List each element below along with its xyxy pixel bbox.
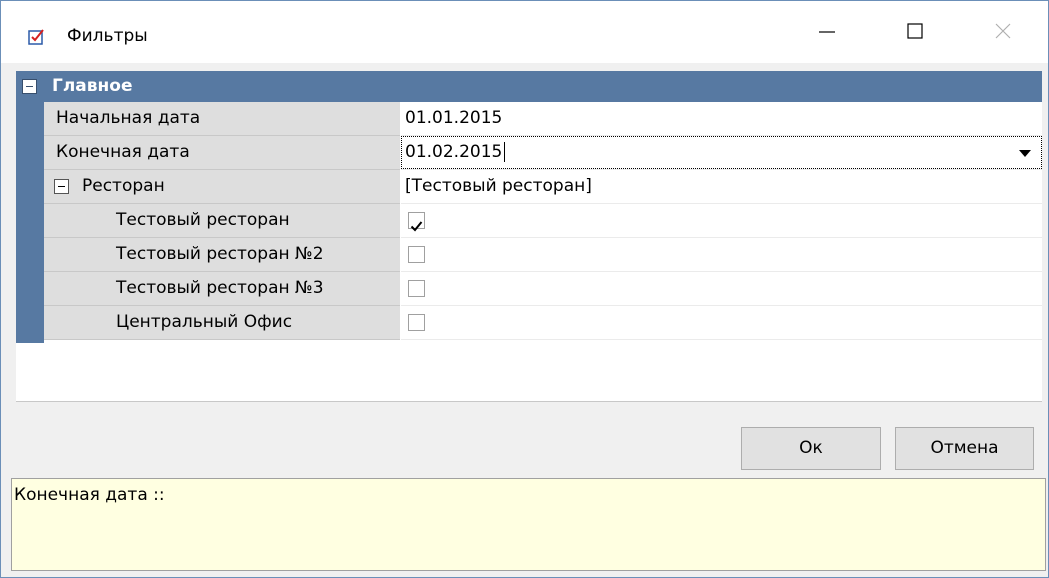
minimize-icon: [817, 21, 837, 45]
property-row-central-office[interactable]: Центральный Офис: [44, 306, 1042, 340]
restaurant-1-checkbox[interactable]: [408, 212, 425, 232]
property-name: Тестовый ресторан №2: [44, 238, 400, 272]
property-name: Центральный Офис: [44, 306, 400, 340]
checklist-icon: [28, 28, 46, 46]
collapse-icon[interactable]: [54, 179, 69, 194]
text-caret: [504, 142, 506, 162]
property-name: Начальная дата: [44, 102, 400, 136]
dropdown-arrow-icon[interactable]: [1019, 150, 1031, 157]
description-text: Конечная дата ::: [14, 485, 165, 505]
close-icon: [993, 21, 1013, 45]
grid-empty-area: [16, 343, 1042, 401]
ok-button[interactable]: Ок: [741, 427, 881, 470]
end-date-input[interactable]: 01.02.2015: [401, 136, 1042, 169]
property-row-end-date[interactable]: Конечная дата 01.02.2015: [44, 136, 1042, 170]
maximize-button[interactable]: [887, 11, 943, 55]
cancel-button[interactable]: Отмена: [895, 427, 1034, 470]
title-bar[interactable]: Фильтры: [1, 1, 1048, 63]
property-name: Тестовый ресторан: [44, 204, 400, 238]
restaurant-3-checkbox[interactable]: [408, 280, 425, 297]
end-date-dropdown[interactable]: 01.02.2015: [401, 136, 1042, 170]
window-title: Фильтры: [67, 26, 148, 46]
checkmark-icon: [410, 221, 423, 232]
checkbox-cell[interactable]: [401, 204, 1042, 238]
checkbox-cell[interactable]: [401, 306, 1042, 340]
property-row-restaurant-2[interactable]: Тестовый ресторан №2: [44, 238, 1042, 272]
property-name: Конечная дата: [44, 136, 400, 170]
minimize-button[interactable]: [799, 11, 855, 55]
close-button[interactable]: [975, 11, 1031, 55]
checkbox-cell[interactable]: [401, 272, 1042, 306]
restaurant-2-checkbox[interactable]: [408, 246, 425, 263]
checkbox-cell[interactable]: [401, 238, 1042, 272]
category-row-main[interactable]: Главное: [16, 71, 1042, 102]
restaurant-value[interactable]: [Тестовый ресторан]: [401, 170, 1042, 204]
filters-window: Фильтры Главное Начальная дата 01.01.201…: [0, 0, 1049, 578]
category-label: Главное: [52, 76, 133, 96]
divider: [16, 401, 1042, 402]
start-date-value[interactable]: 01.01.2015: [401, 102, 1042, 136]
collapse-icon[interactable]: [22, 79, 37, 94]
property-name: Тестовый ресторан №3: [44, 272, 400, 306]
maximize-icon: [905, 21, 925, 45]
property-row-start-date[interactable]: Начальная дата 01.01.2015: [44, 102, 1042, 136]
central-office-checkbox[interactable]: [408, 314, 425, 331]
property-row-restaurant-3[interactable]: Тестовый ресторан №3: [44, 272, 1042, 306]
property-row-restaurant-1[interactable]: Тестовый ресторан: [44, 204, 1042, 238]
category-indent-bar: [16, 102, 44, 343]
description-panel: Конечная дата ::: [11, 478, 1046, 571]
property-row-restaurant[interactable]: Ресторан [Тестовый ресторан]: [44, 170, 1042, 204]
property-name: Ресторан: [44, 170, 400, 204]
